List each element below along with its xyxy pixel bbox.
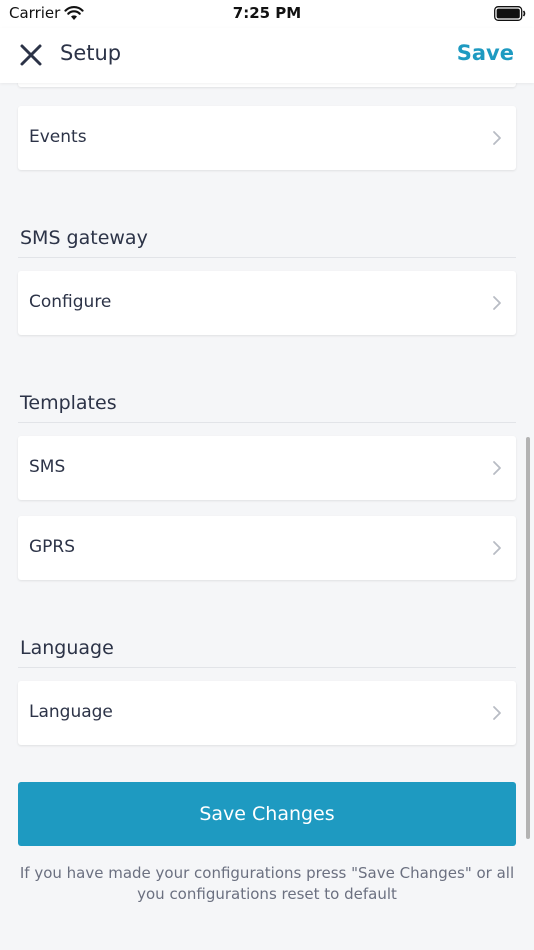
list-item-label: SMS <box>29 457 66 477</box>
list-item-language[interactable]: Language <box>18 681 516 745</box>
list-item-configure[interactable]: Configure <box>18 271 516 335</box>
section-header-templates: Templates <box>20 392 117 414</box>
list-item-label: Configure <box>29 292 112 312</box>
chevron-right-icon <box>493 131 501 145</box>
save-changes-button[interactable]: Save Changes <box>18 782 516 846</box>
list-item-partial[interactable] <box>18 83 516 87</box>
section-header-language: Language <box>20 637 114 659</box>
nav-bar: Setup Save <box>0 28 534 83</box>
list-item-sms[interactable]: SMS <box>18 436 516 500</box>
list-item-events[interactable]: Events <box>18 106 516 170</box>
chevron-right-icon <box>493 706 501 720</box>
save-hint-text: If you have made your configurations pre… <box>19 864 515 903</box>
section-divider <box>18 667 516 668</box>
close-icon[interactable] <box>18 42 44 68</box>
section-divider <box>18 422 516 423</box>
list-item-gprs[interactable]: GPRS <box>18 516 516 580</box>
list-item-label: Language <box>29 702 113 722</box>
list-item-label: Events <box>29 127 87 147</box>
status-bar: Carrier 7:25 PM <box>0 0 534 28</box>
chevron-right-icon <box>493 461 501 475</box>
battery-icon <box>494 6 526 21</box>
status-time: 7:25 PM <box>232 4 302 22</box>
chevron-right-icon <box>493 296 501 310</box>
setup-content[interactable]: Events SMS gateway Configure Templates S… <box>0 83 534 950</box>
page-title: Setup <box>60 41 122 65</box>
list-item-label: GPRS <box>29 537 76 557</box>
section-divider <box>18 257 516 258</box>
save-button[interactable]: Save <box>457 41 514 65</box>
section-header-sms-gateway: SMS gateway <box>20 227 148 249</box>
chevron-right-icon <box>493 541 501 555</box>
scrollbar[interactable] <box>526 437 530 839</box>
